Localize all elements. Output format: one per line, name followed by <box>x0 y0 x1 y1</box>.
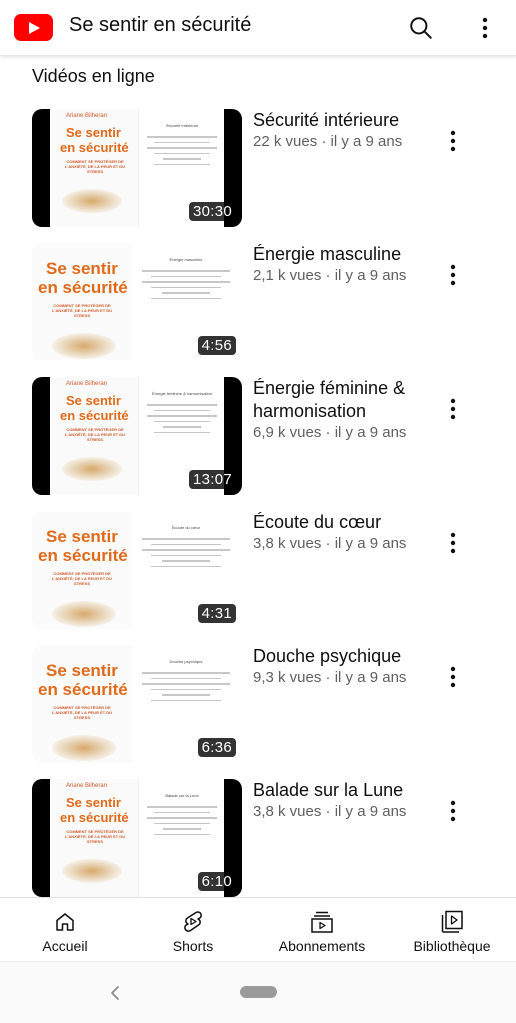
video-item[interactable]: Se sentir en sécurité COMMENT SE PROTÉGE… <box>0 645 516 767</box>
nav-item-shorts[interactable]: Shorts <box>158 898 228 962</box>
more-options-button[interactable] <box>469 12 501 44</box>
video-meta: 9,3 k vues · il y a 9 ans <box>253 669 407 686</box>
system-navigation-bar <box>0 961 516 1023</box>
top-app-bar: Se sentir en sécurité <box>0 0 516 56</box>
search-button[interactable] <box>405 12 437 44</box>
search-icon <box>410 17 432 39</box>
book-cover-image <box>52 735 116 761</box>
video-meta: 22 k vues · il y a 9 ans <box>253 133 403 150</box>
video-menu-button[interactable] <box>440 121 466 161</box>
duration-badge: 6:10 <box>197 872 236 891</box>
more-vert-icon <box>482 17 488 39</box>
video-title[interactable]: Énergie féminine & harmonisation <box>253 377 433 423</box>
video-thumbnail[interactable]: Se sentir en sécurité COMMENT SE PROTÉGE… <box>32 511 242 629</box>
book-cover-image <box>62 859 122 883</box>
duration-badge: 13:07 <box>188 470 236 489</box>
video-meta: 3,8 k vues · il y a 9 ans <box>253 535 407 552</box>
video-title[interactable]: Balade sur la Lune <box>253 779 433 802</box>
duration-badge: 4:31 <box>197 604 236 623</box>
shorts-icon <box>184 911 202 932</box>
video-menu-button[interactable] <box>440 523 466 563</box>
video-title[interactable]: Douche psychique <box>253 645 433 668</box>
video-menu-button[interactable] <box>440 791 466 831</box>
video-item[interactable]: Ariane Bilheran Se sentir en sécurité CO… <box>0 109 516 231</box>
video-title[interactable]: Sécurité intérieure <box>253 109 433 132</box>
book-cover-image <box>62 189 122 213</box>
book-cover-image <box>52 333 116 359</box>
duration-badge: 30:30 <box>188 202 236 221</box>
video-thumbnail[interactable]: Se sentir en sécurité COMMENT SE PROTÉGE… <box>32 645 242 763</box>
more-vert-icon <box>450 398 456 420</box>
book-cover-image <box>52 601 116 627</box>
video-meta: 3,8 k vues · il y a 9 ans <box>253 803 407 820</box>
video-thumbnail[interactable]: Ariane Bilheran Se sentir en sécurité CO… <box>32 377 242 495</box>
playlist-title: Se sentir en sécurité <box>69 14 252 36</box>
home-pill-icon[interactable] <box>240 986 277 998</box>
more-vert-icon <box>450 264 456 286</box>
video-meta: 6,9 k vues · il y a 9 ans <box>253 424 407 441</box>
nav-item-accueil[interactable]: Accueil <box>30 898 100 962</box>
library-icon <box>441 910 463 933</box>
bottom-navigation: Accueil Shorts Abonnements Bibliothèque <box>0 897 516 961</box>
video-meta: 2,1 k vues · il y a 9 ans <box>253 267 407 284</box>
section-title: Vidéos en ligne <box>32 66 155 86</box>
duration-badge: 6:36 <box>197 738 236 757</box>
youtube-logo-icon[interactable] <box>14 14 53 41</box>
video-thumbnail[interactable]: Ariane Bilheran Se sentir en sécurité CO… <box>32 779 242 897</box>
video-item[interactable]: Ariane Bilheran Se sentir en sécurité CO… <box>0 779 516 901</box>
book-author: Ariane Bilheran <box>66 381 108 387</box>
video-thumbnail[interactable]: Ariane Bilheran Se sentir en sécurité CO… <box>32 109 242 227</box>
video-item[interactable]: Se sentir en sécurité COMMENT SE PROTÉGE… <box>0 243 516 365</box>
back-button[interactable] <box>107 981 123 1005</box>
nav-item-abonnements[interactable]: Abonnements <box>272 898 372 962</box>
book-author: Ariane Bilheran <box>66 113 108 119</box>
nav-item-bibliotheque[interactable]: Bibliothèque <box>406 898 498 962</box>
duration-badge: 4:56 <box>197 336 236 355</box>
more-vert-icon <box>450 532 456 554</box>
more-vert-icon <box>450 666 456 688</box>
video-title[interactable]: Énergie masculine <box>253 243 433 266</box>
book-author: Ariane Bilheran <box>66 783 108 789</box>
back-chevron-icon <box>111 986 119 1000</box>
video-menu-button[interactable] <box>440 389 466 429</box>
more-vert-icon <box>450 800 456 822</box>
video-menu-button[interactable] <box>440 657 466 697</box>
video-menu-button[interactable] <box>440 255 466 295</box>
subscriptions-icon <box>311 911 333 933</box>
video-item[interactable]: Se sentir en sécurité COMMENT SE PROTÉGE… <box>0 511 516 633</box>
book-cover-image <box>62 457 122 481</box>
more-vert-icon <box>450 130 456 152</box>
home-icon <box>56 913 74 931</box>
video-title[interactable]: Écoute du cœur <box>253 511 433 534</box>
video-item[interactable]: Ariane Bilheran Se sentir en sécurité CO… <box>0 377 516 499</box>
video-thumbnail[interactable]: Se sentir en sécurité COMMENT SE PROTÉGE… <box>32 243 242 361</box>
